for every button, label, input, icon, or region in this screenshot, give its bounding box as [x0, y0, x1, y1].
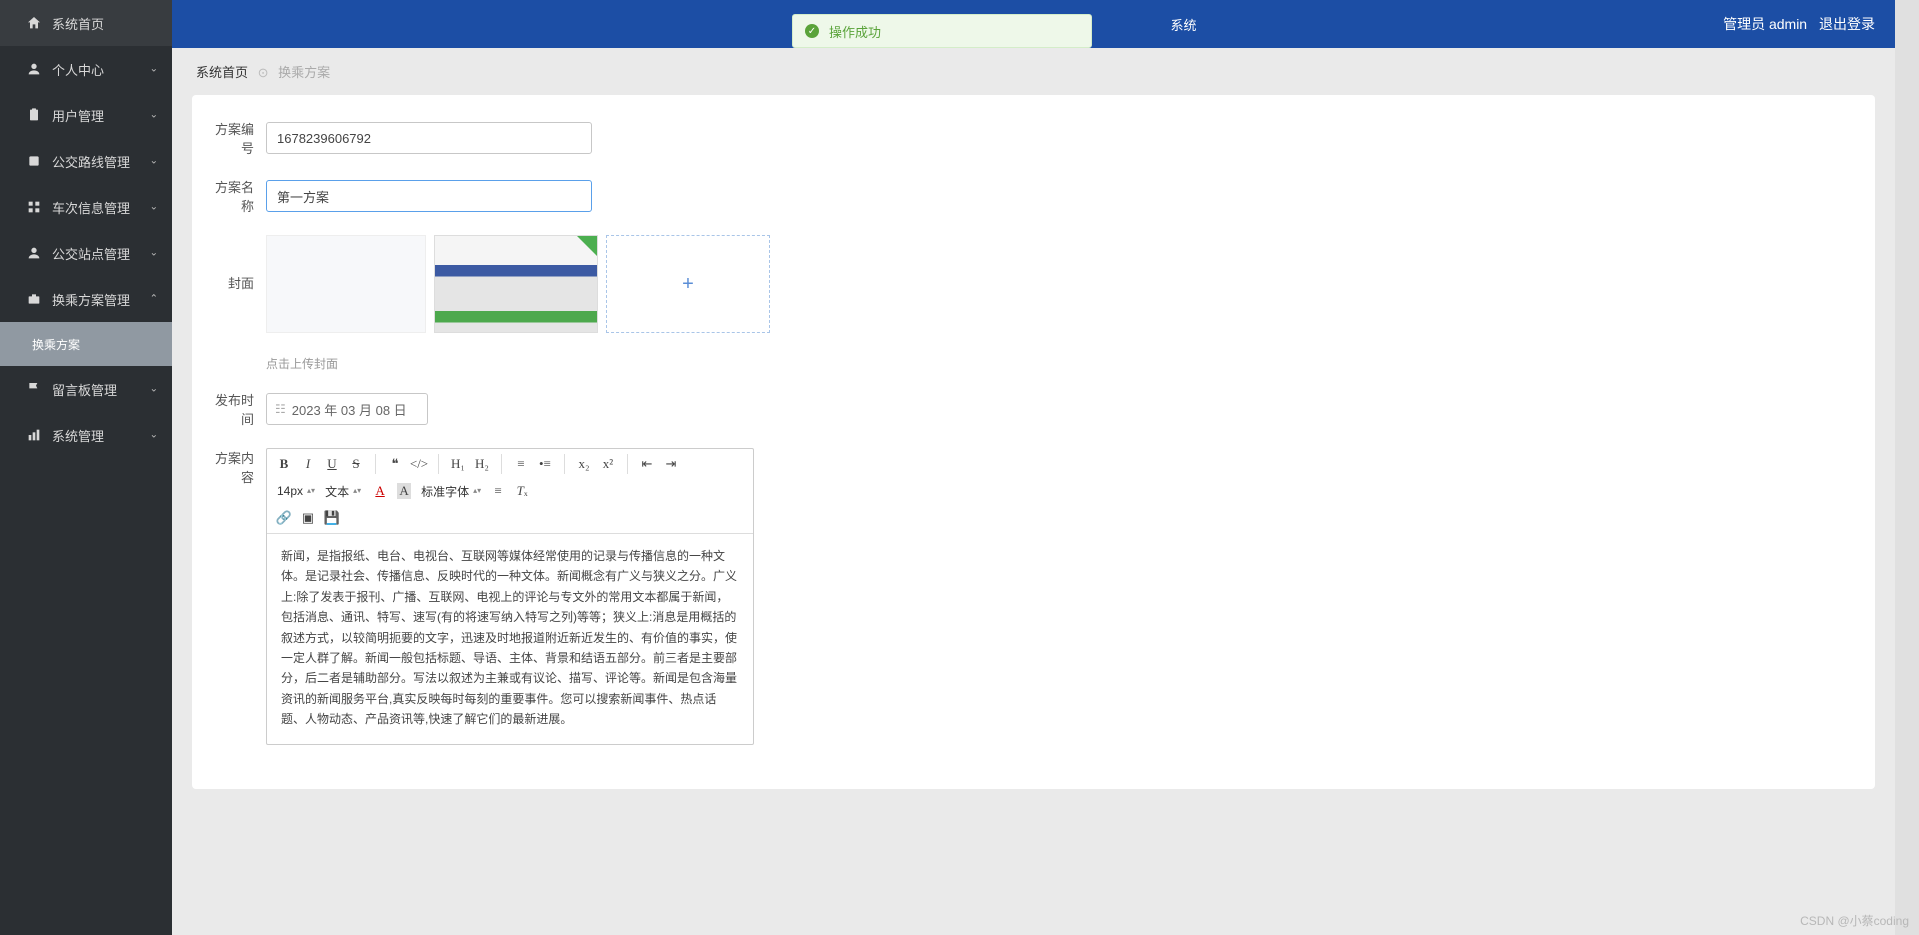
cover-add-button[interactable]: + [606, 235, 770, 333]
nav-transfer-plan[interactable]: 换乘方案 [0, 322, 172, 366]
nav-sub-label: 换乘方案 [32, 336, 80, 353]
align-button[interactable]: ≡ [487, 480, 509, 502]
image-button[interactable]: ▣ [297, 507, 319, 529]
calendar-icon: ☷ [275, 402, 286, 416]
publish-time-value: 2023 年 03 月 08 日 [292, 400, 407, 419]
outdent-button[interactable]: ⇤ [636, 453, 658, 475]
link-button[interactable]: 🔗 [273, 507, 295, 529]
nav-label: 车次信息管理 [52, 198, 130, 217]
nav-label: 个人中心 [52, 60, 104, 79]
breadcrumb-current: 换乘方案 [278, 65, 330, 80]
bold-button[interactable]: B [273, 453, 295, 475]
h1-button[interactable]: H₁ [447, 453, 469, 475]
strike-button[interactable]: S [345, 453, 367, 475]
content-label: 方案内容 [210, 448, 266, 486]
nav-transfer[interactable]: 换乘方案管理 ⌃ [0, 276, 172, 322]
header-title-suffix: 系统 [1170, 15, 1196, 34]
code-button[interactable]: </> [408, 453, 430, 475]
toast-text: 操作成功 [829, 22, 881, 41]
publish-time-label: 发布时间 [210, 390, 266, 428]
briefcase-icon [26, 291, 42, 307]
cover-label: 封面 [210, 273, 266, 292]
cover-hint: 点击上传封面 [266, 355, 1857, 372]
chevron-down-icon: ⌄ [150, 156, 158, 167]
clear-format-button[interactable]: Tₓ [511, 480, 533, 502]
user-icon [26, 61, 42, 77]
watermark: CSDN @小蔡coding [1800, 912, 1909, 929]
rich-text-editor: B I U S ❝ </> H₁ H₂ ≡ •≡ x₂ [266, 448, 754, 745]
logout-link[interactable]: 退出登录 [1819, 16, 1875, 32]
nav-label: 公交路线管理 [52, 152, 130, 171]
quote-button[interactable]: ❝ [384, 453, 406, 475]
header-user[interactable]: 管理员 admin [1723, 16, 1807, 32]
clipboard-icon [26, 107, 42, 123]
chevron-down-icon: ⌄ [150, 110, 158, 121]
chevron-down-icon: ⌄ [150, 248, 158, 259]
editor-content[interactable]: 新闻，是指报纸、电台、电视台、互联网等媒体经常使用的记录与传播信息的一种文体。是… [267, 534, 753, 744]
plan-id-input[interactable] [266, 122, 592, 154]
chevron-up-icon: ⌃ [150, 294, 158, 305]
breadcrumb-home[interactable]: 系统首页 [196, 65, 248, 80]
nav-profile[interactable]: 个人中心 ⌄ [0, 46, 172, 92]
text-color-button[interactable]: A [369, 480, 391, 502]
chevron-down-icon: ⌄ [150, 64, 158, 75]
nav-label: 系统首页 [52, 14, 104, 33]
chevron-down-icon: ⌄ [150, 430, 158, 441]
check-icon: ✓ [805, 24, 819, 38]
plan-id-label: 方案编号 [210, 119, 266, 157]
bg-color-button[interactable]: A [393, 480, 415, 502]
nav-system[interactable]: 系统管理 ⌄ [0, 412, 172, 458]
nav-routes[interactable]: 公交路线管理 ⌄ [0, 138, 172, 184]
nav-home[interactable]: 系统首页 [0, 0, 172, 46]
success-toast: ✓ 操作成功 [792, 14, 1092, 48]
cover-placeholder [266, 235, 426, 333]
unordered-list-button[interactable]: •≡ [534, 453, 556, 475]
underline-button[interactable]: U [321, 453, 343, 475]
plus-icon: + [682, 273, 694, 296]
editor-toolbar: B I U S ❝ </> H₁ H₂ ≡ •≡ x₂ [267, 449, 753, 534]
flag-icon [26, 381, 42, 397]
font-type-select[interactable]: 文本 [321, 479, 367, 503]
nav-label: 公交站点管理 [52, 244, 130, 263]
chevron-down-icon: ⌄ [150, 384, 158, 395]
superscript-button[interactable]: x² [597, 453, 619, 475]
nav-label: 换乘方案管理 [52, 290, 130, 309]
nav-label: 用户管理 [52, 106, 104, 125]
cover-thumbnail[interactable] [434, 235, 598, 333]
ordered-list-button[interactable]: ≡ [510, 453, 532, 475]
main-area: 系统 ✓ 操作成功 管理员 admin 退出登录 系统首页 ⊙ 换乘方案 方案编… [172, 0, 1895, 935]
font-size-select[interactable]: 14px [273, 479, 319, 503]
nav-label: 留言板管理 [52, 380, 117, 399]
italic-button[interactable]: I [297, 453, 319, 475]
breadcrumb: 系统首页 ⊙ 换乘方案 [172, 48, 1895, 95]
grid-icon [26, 199, 42, 215]
header: 系统 ✓ 操作成功 管理员 admin 退出登录 [172, 0, 1895, 48]
sidebar: 系统首页 个人中心 ⌄ 用户管理 ⌄ 公交路线管理 ⌄ 车次信息管理 ⌄ 公交站… [0, 0, 172, 935]
nav-users[interactable]: 用户管理 ⌄ [0, 92, 172, 138]
nav-messages[interactable]: 留言板管理 ⌄ [0, 366, 172, 412]
plan-name-input[interactable] [266, 180, 592, 212]
publish-time-input[interactable]: ☷ 2023 年 03 月 08 日 [266, 393, 428, 425]
h2-button[interactable]: H₂ [471, 453, 493, 475]
plan-name-label: 方案名称 [210, 177, 266, 215]
font-family-select[interactable]: 标准字体 [417, 479, 485, 503]
save-button[interactable]: 💾 [321, 507, 343, 529]
pin-icon [26, 245, 42, 261]
home-icon [26, 15, 42, 31]
chevron-down-icon: ⌄ [150, 202, 158, 213]
form-card: 方案编号 方案名称 封面 + 点击上传封面 发布时间 [192, 95, 1875, 789]
nav-label: 系统管理 [52, 426, 104, 445]
nav-stations[interactable]: 公交站点管理 ⌄ [0, 230, 172, 276]
nav-trips[interactable]: 车次信息管理 ⌄ [0, 184, 172, 230]
indent-button[interactable]: ⇥ [660, 453, 682, 475]
breadcrumb-sep: ⊙ [258, 65, 269, 80]
subscript-button[interactable]: x₂ [573, 453, 595, 475]
route-icon [26, 153, 42, 169]
bar-icon [26, 427, 42, 443]
right-gutter [1895, 0, 1919, 935]
